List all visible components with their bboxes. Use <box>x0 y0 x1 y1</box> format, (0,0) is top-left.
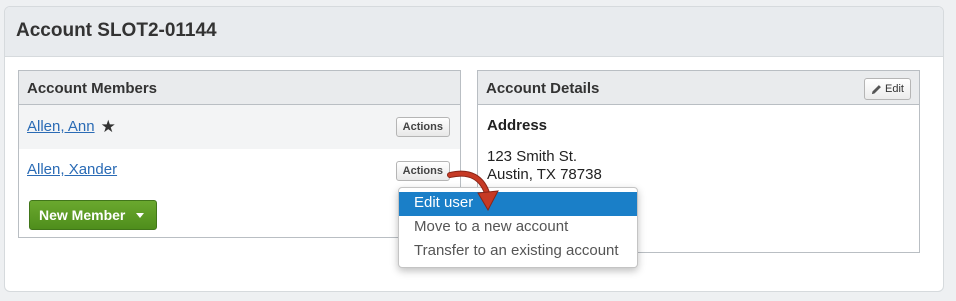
star-icon: ★ <box>100 117 116 136</box>
address-line-1: 123 Smith St. <box>487 148 578 165</box>
page-title: Account SLOT2-01144 <box>5 7 943 57</box>
actions-dropdown-menu: Edit user Move to a new account Transfer… <box>398 187 638 268</box>
member-link-allen-ann[interactable]: Allen, Ann <box>27 118 95 135</box>
member-row: Allen, Xander Actions <box>19 149 460 193</box>
menu-item-transfer-to-existing-account[interactable]: Transfer to an existing account <box>399 240 637 264</box>
member-row: Allen, Ann ★ Actions <box>19 105 460 149</box>
pencil-icon <box>871 84 881 94</box>
member-link-allen-xander[interactable]: Allen, Xander <box>27 161 117 178</box>
account-details-header: Account Details Edit <box>478 71 919 105</box>
account-members-panel: Account Members Allen, Ann ★ Actions Alle… <box>18 70 461 238</box>
menu-item-edit-user[interactable]: Edit user <box>399 192 637 216</box>
edit-button[interactable]: Edit <box>864 78 911 100</box>
account-details-title: Account Details <box>486 80 600 97</box>
caret-down-icon[interactable] <box>136 213 144 218</box>
new-member-label: New Member <box>39 207 126 223</box>
member-actions-button[interactable]: Actions <box>395 117 450 137</box>
address-line-2: Austin, TX 78738 <box>487 166 602 183</box>
member-actions-button[interactable]: Actions <box>395 161 450 181</box>
address-title: Address <box>487 117 548 134</box>
menu-item-move-to-new-account[interactable]: Move to a new account <box>399 216 637 240</box>
account-members-header: Account Members <box>19 71 460 105</box>
new-member-button[interactable]: New Member <box>29 200 157 230</box>
edit-label: Edit <box>885 83 904 95</box>
